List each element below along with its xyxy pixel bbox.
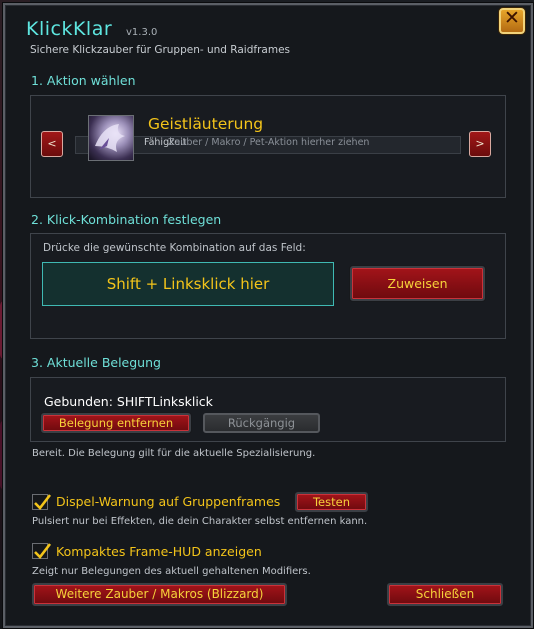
- test-button[interactable]: Testen: [295, 492, 368, 512]
- checkmark-icon: [34, 543, 52, 559]
- section-heading-binding: 3. Aktuelle Belegung: [31, 355, 161, 370]
- combo-instruction: Drücke die gewünschte Kombination auf da…: [43, 242, 306, 254]
- undo-button[interactable]: Rückgängig: [203, 413, 320, 433]
- dispel-warning-description: Pulsiert nur bei Effekten, die dein Char…: [32, 516, 368, 527]
- dispel-warning-checkbox[interactable]: [32, 494, 52, 510]
- compact-hud-label: Kompaktes Frame-HUD anzeigen: [56, 544, 262, 559]
- version-label: v1.3.0: [126, 27, 158, 38]
- window-subtitle: Sichere Klickzauber für Gruppen- und Rai…: [30, 44, 290, 56]
- section-heading-combo: 2. Klick-Kombination festlegen: [31, 212, 222, 227]
- combo-capture-field[interactable]: Shift + Linksklick hier: [42, 262, 334, 306]
- spell-name: Geistläuterung: [148, 115, 264, 133]
- prev-action-button[interactable]: <: [41, 131, 63, 157]
- compact-hud-description: Zeigt nur Belegungen des aktuell gehalte…: [32, 566, 311, 577]
- close-glyph: ✕: [504, 7, 520, 29]
- close-button[interactable]: Schließen: [387, 583, 503, 606]
- more-spells-button[interactable]: Weitere Zauber / Makros (Blizzard): [32, 583, 287, 606]
- status-text: Bereit. Die Belegung gilt für die aktuel…: [32, 448, 316, 459]
- section-heading-action: 1. Aktion wählen: [31, 73, 136, 88]
- checkmark-icon: [34, 494, 52, 510]
- compact-hud-checkbox[interactable]: [32, 543, 52, 559]
- spell-icon[interactable]: [88, 115, 134, 161]
- dispel-warning-label: Dispel-Warnung auf Gruppenframes: [56, 494, 281, 509]
- window-title: KlickKlar: [26, 18, 113, 40]
- bound-binding-text: Gebunden: SHIFTLinksklick: [44, 394, 213, 409]
- remove-binding-button[interactable]: Belegung entfernen: [41, 413, 191, 433]
- spell-icon-art: [95, 124, 125, 152]
- close-icon[interactable]: ✕: [499, 7, 525, 34]
- assign-button[interactable]: Zuweisen: [350, 266, 485, 301]
- drop-hint-text: Zauber / Makro / Pet-Aktion hierher zieh…: [168, 137, 370, 148]
- next-action-button[interactable]: >: [469, 131, 491, 157]
